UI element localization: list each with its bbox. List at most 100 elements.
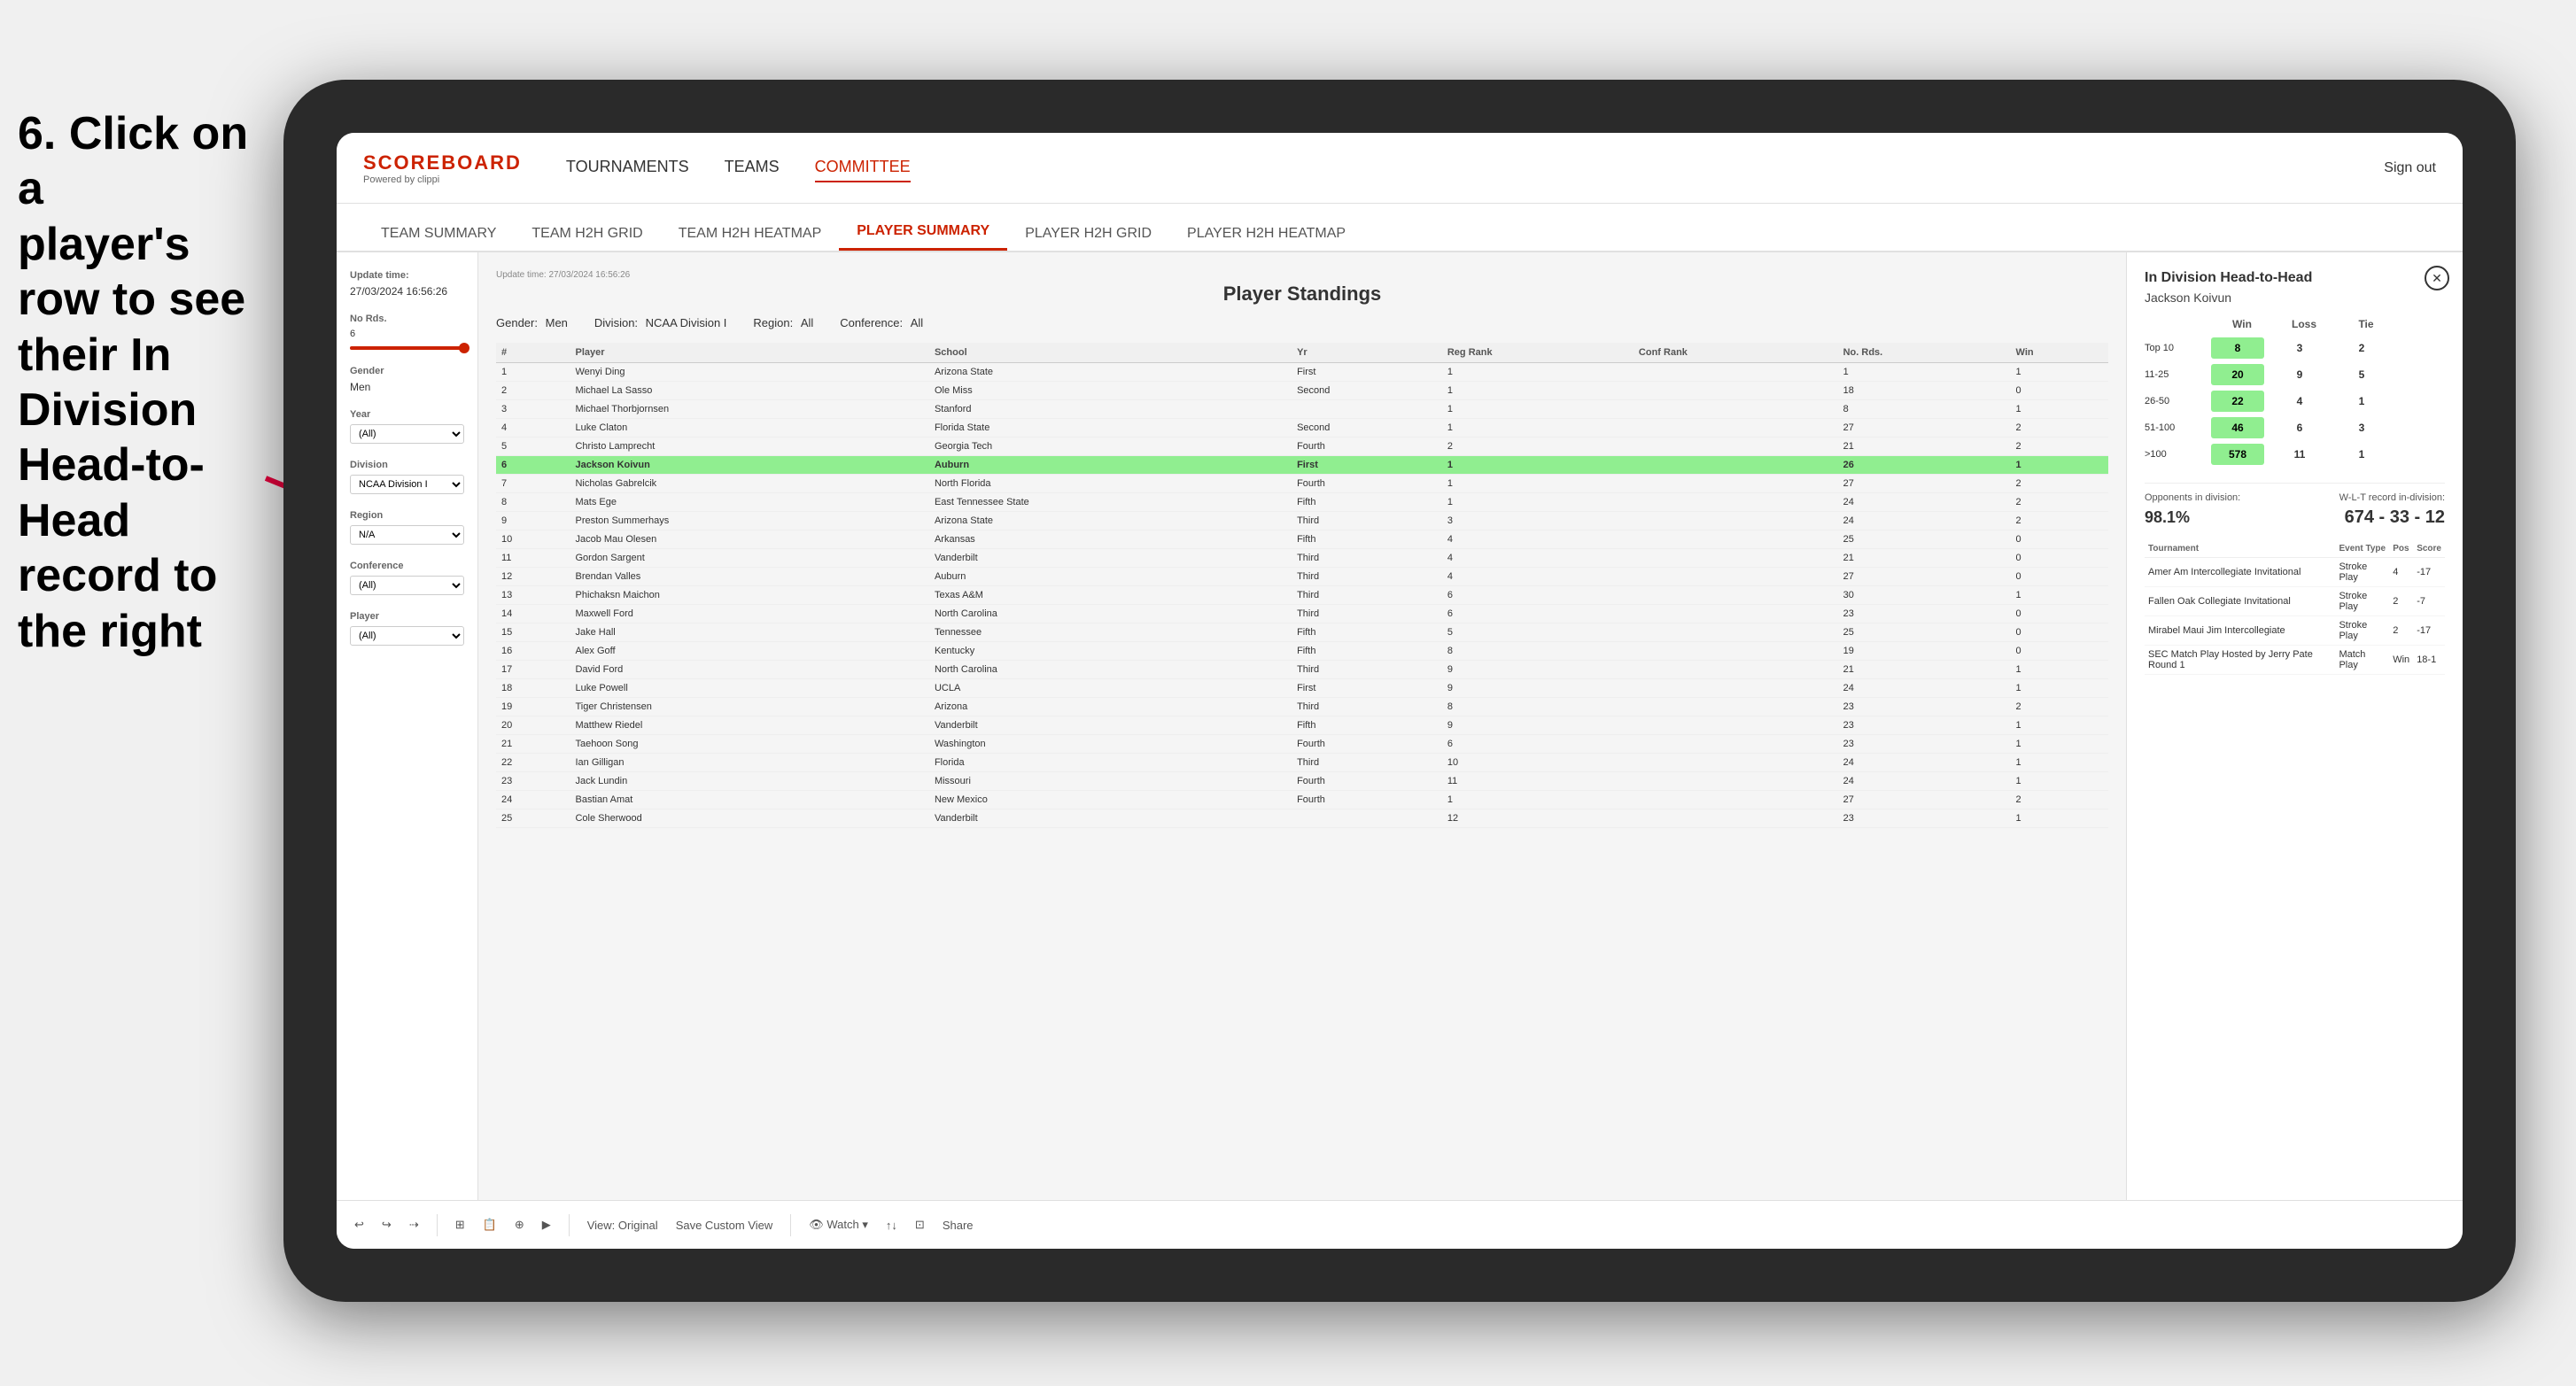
no-rds-section: No Rds. 6 (350, 314, 464, 350)
cell-conf-rank (1633, 716, 1838, 735)
watch-button[interactable]: 👁 Watch ▾ (809, 1218, 868, 1232)
cell-yr: First (1292, 363, 1442, 382)
table-row[interactable]: 15 Jake Hall Tennessee Fifth 5 25 0 (496, 623, 2108, 642)
grid-button[interactable]: ⊞ (455, 1218, 465, 1232)
nav-teams[interactable]: TEAMS (725, 153, 780, 182)
tour-type: Stroke Play (2335, 616, 2389, 646)
cell-num: 17 (496, 661, 570, 679)
cell-player: Jackson Koivun (570, 456, 928, 475)
table-row[interactable]: 9 Preston Summerhays Arizona State Third… (496, 512, 2108, 530)
player-section: Player (All) (350, 611, 464, 646)
table-row[interactable]: 21 Taehoon Song Washington Fourth 6 23 1 (496, 735, 2108, 754)
h2h-player: Jackson Koivun (2145, 290, 2445, 305)
cell-no-rds: 19 (1838, 642, 2011, 661)
no-rds-slider[interactable] (350, 346, 464, 350)
cell-no-rds: 18 (1838, 382, 2011, 400)
h2h-row: Top 10 8 3 2 (2145, 337, 2445, 359)
h2h-range: 26-50 (2145, 396, 2211, 407)
gender-section: Gender Men (350, 366, 464, 393)
table-row[interactable]: 22 Ian Gilligan Florida Third 10 24 1 (496, 754, 2108, 772)
table-row[interactable]: 14 Maxwell Ford North Carolina Third 6 2… (496, 605, 2108, 623)
region-select[interactable]: N/A (350, 525, 464, 545)
copy-button[interactable]: 📋 (483, 1218, 497, 1232)
tour-type: Stroke Play (2335, 558, 2389, 587)
table-row[interactable]: 13 Phichaksn Maichon Texas A&M Third 6 3… (496, 586, 2108, 605)
tab-player-h2h-heatmap[interactable]: PLAYER H2H HEATMAP (1169, 217, 1363, 251)
table-row[interactable]: 6 Jackson Koivun Auburn First 1 26 1 (496, 456, 2108, 475)
close-button[interactable]: ✕ (2425, 266, 2449, 290)
cell-win: 1 (2011, 661, 2108, 679)
table-row[interactable]: 5 Christo Lamprecht Georgia Tech Fourth … (496, 437, 2108, 456)
h2h-row: 11-25 20 9 5 (2145, 364, 2445, 385)
division-select[interactable]: NCAA Division I (350, 475, 464, 494)
table-row[interactable]: 11 Gordon Sargent Vanderbilt Third 4 21 … (496, 549, 2108, 568)
save-custom-button[interactable]: Save Custom View (676, 1219, 773, 1232)
tab-player-h2h-grid[interactable]: PLAYER H2H GRID (1007, 217, 1169, 251)
table-row[interactable]: 18 Luke Powell UCLA First 9 24 1 (496, 679, 2108, 698)
cell-school: Tennessee (929, 623, 1292, 642)
table-row[interactable]: 20 Matthew Riedel Vanderbilt Fifth 9 23 … (496, 716, 2108, 735)
tab-player-summary[interactable]: PLAYER SUMMARY (839, 214, 1007, 251)
table-row[interactable]: 3 Michael Thorbjornsen Stanford 1 8 1 (496, 400, 2108, 419)
cell-win: 1 (2011, 772, 2108, 791)
sort-button[interactable]: ↑↓ (886, 1219, 897, 1232)
table-row[interactable]: 23 Jack Lundin Missouri Fourth 11 24 1 (496, 772, 2108, 791)
cell-reg-rank: 1 (1442, 791, 1633, 809)
tab-team-h2h-grid[interactable]: TEAM H2H GRID (514, 217, 660, 251)
update-time-value: 27/03/2024 16:56:26 (350, 285, 464, 298)
cell-win: 0 (2011, 382, 2108, 400)
tab-team-h2h-heatmap[interactable]: TEAM H2H HEATMAP (661, 217, 840, 251)
nav-tournaments[interactable]: TOURNAMENTS (566, 153, 689, 182)
table-row[interactable]: 7 Nicholas Gabrelcik North Florida Fourt… (496, 475, 2108, 493)
conference-select[interactable]: (All) (350, 576, 464, 595)
redo-button[interactable]: ↪ (382, 1218, 392, 1232)
cell-player: Wenyi Ding (570, 363, 928, 382)
undo-button[interactable]: ↩ (354, 1218, 364, 1232)
add-button[interactable]: ⊕ (515, 1218, 524, 1232)
table-row[interactable]: 12 Brendan Valles Auburn Third 4 27 0 (496, 568, 2108, 586)
cell-yr: Third (1292, 698, 1442, 716)
nav-committee[interactable]: COMMITTEE (815, 153, 911, 182)
sign-out-button[interactable]: Sign out (2384, 160, 2436, 176)
cell-yr: Third (1292, 605, 1442, 623)
list-item[interactable]: Mirabel Maui Jim Intercollegiate Stroke … (2145, 616, 2445, 646)
year-label: Year (350, 409, 464, 420)
table-row[interactable]: 19 Tiger Christensen Arizona Third 8 23 … (496, 698, 2108, 716)
cell-reg-rank: 10 (1442, 754, 1633, 772)
table-row[interactable]: 4 Luke Claton Florida State Second 1 27 … (496, 419, 2108, 437)
year-select[interactable]: (All) (350, 424, 464, 444)
cell-no-rds: 30 (1838, 586, 2011, 605)
cell-player: Jack Lundin (570, 772, 928, 791)
share-button[interactable]: Share (943, 1219, 974, 1232)
cell-conf-rank (1633, 493, 1838, 512)
cell-win: 1 (2011, 586, 2108, 605)
year-section: Year (All) (350, 409, 464, 444)
forward-button[interactable]: ⇢ (409, 1218, 419, 1232)
tab-team-summary[interactable]: TEAM SUMMARY (363, 217, 514, 251)
no-rds-value: 6 (350, 329, 464, 339)
division-label: Division (350, 460, 464, 470)
tour-name: SEC Match Play Hosted by Jerry Pate Roun… (2145, 646, 2335, 675)
table-row[interactable]: 8 Mats Ege East Tennessee State Fifth 1 … (496, 493, 2108, 512)
table-row[interactable]: 25 Cole Sherwood Vanderbilt 12 23 1 (496, 809, 2108, 828)
cell-num: 16 (496, 642, 570, 661)
play-button[interactable]: ▶ (542, 1218, 551, 1232)
filter-region: Region: All (753, 316, 813, 329)
table-row[interactable]: 2 Michael La Sasso Ole Miss Second 1 18 … (496, 382, 2108, 400)
table-row[interactable]: 1 Wenyi Ding Arizona State First 1 1 1 (496, 363, 2108, 382)
table-row[interactable]: 17 David Ford North Carolina Third 9 21 … (496, 661, 2108, 679)
h2h-win-cell: 46 (2211, 417, 2264, 438)
list-item[interactable]: Fallen Oak Collegiate Invitational Strok… (2145, 587, 2445, 616)
cell-win: 0 (2011, 530, 2108, 549)
table-row[interactable]: 24 Bastian Amat New Mexico Fourth 1 27 2 (496, 791, 2108, 809)
list-item[interactable]: Amer Am Intercollegiate Invitational Str… (2145, 558, 2445, 587)
player-select[interactable]: (All) (350, 626, 464, 646)
cell-player: Brendan Valles (570, 568, 928, 586)
view-original-button[interactable]: View: Original (587, 1219, 658, 1232)
layout-button[interactable]: ⊡ (915, 1218, 925, 1232)
wl-record: 674 - 33 - 12 (2345, 507, 2445, 528)
table-row[interactable]: 16 Alex Goff Kentucky Fifth 8 19 0 (496, 642, 2108, 661)
list-item[interactable]: SEC Match Play Hosted by Jerry Pate Roun… (2145, 646, 2445, 675)
h2h-tie-cell: 1 (2335, 391, 2388, 412)
table-row[interactable]: 10 Jacob Mau Olesen Arkansas Fifth 4 25 … (496, 530, 2108, 549)
